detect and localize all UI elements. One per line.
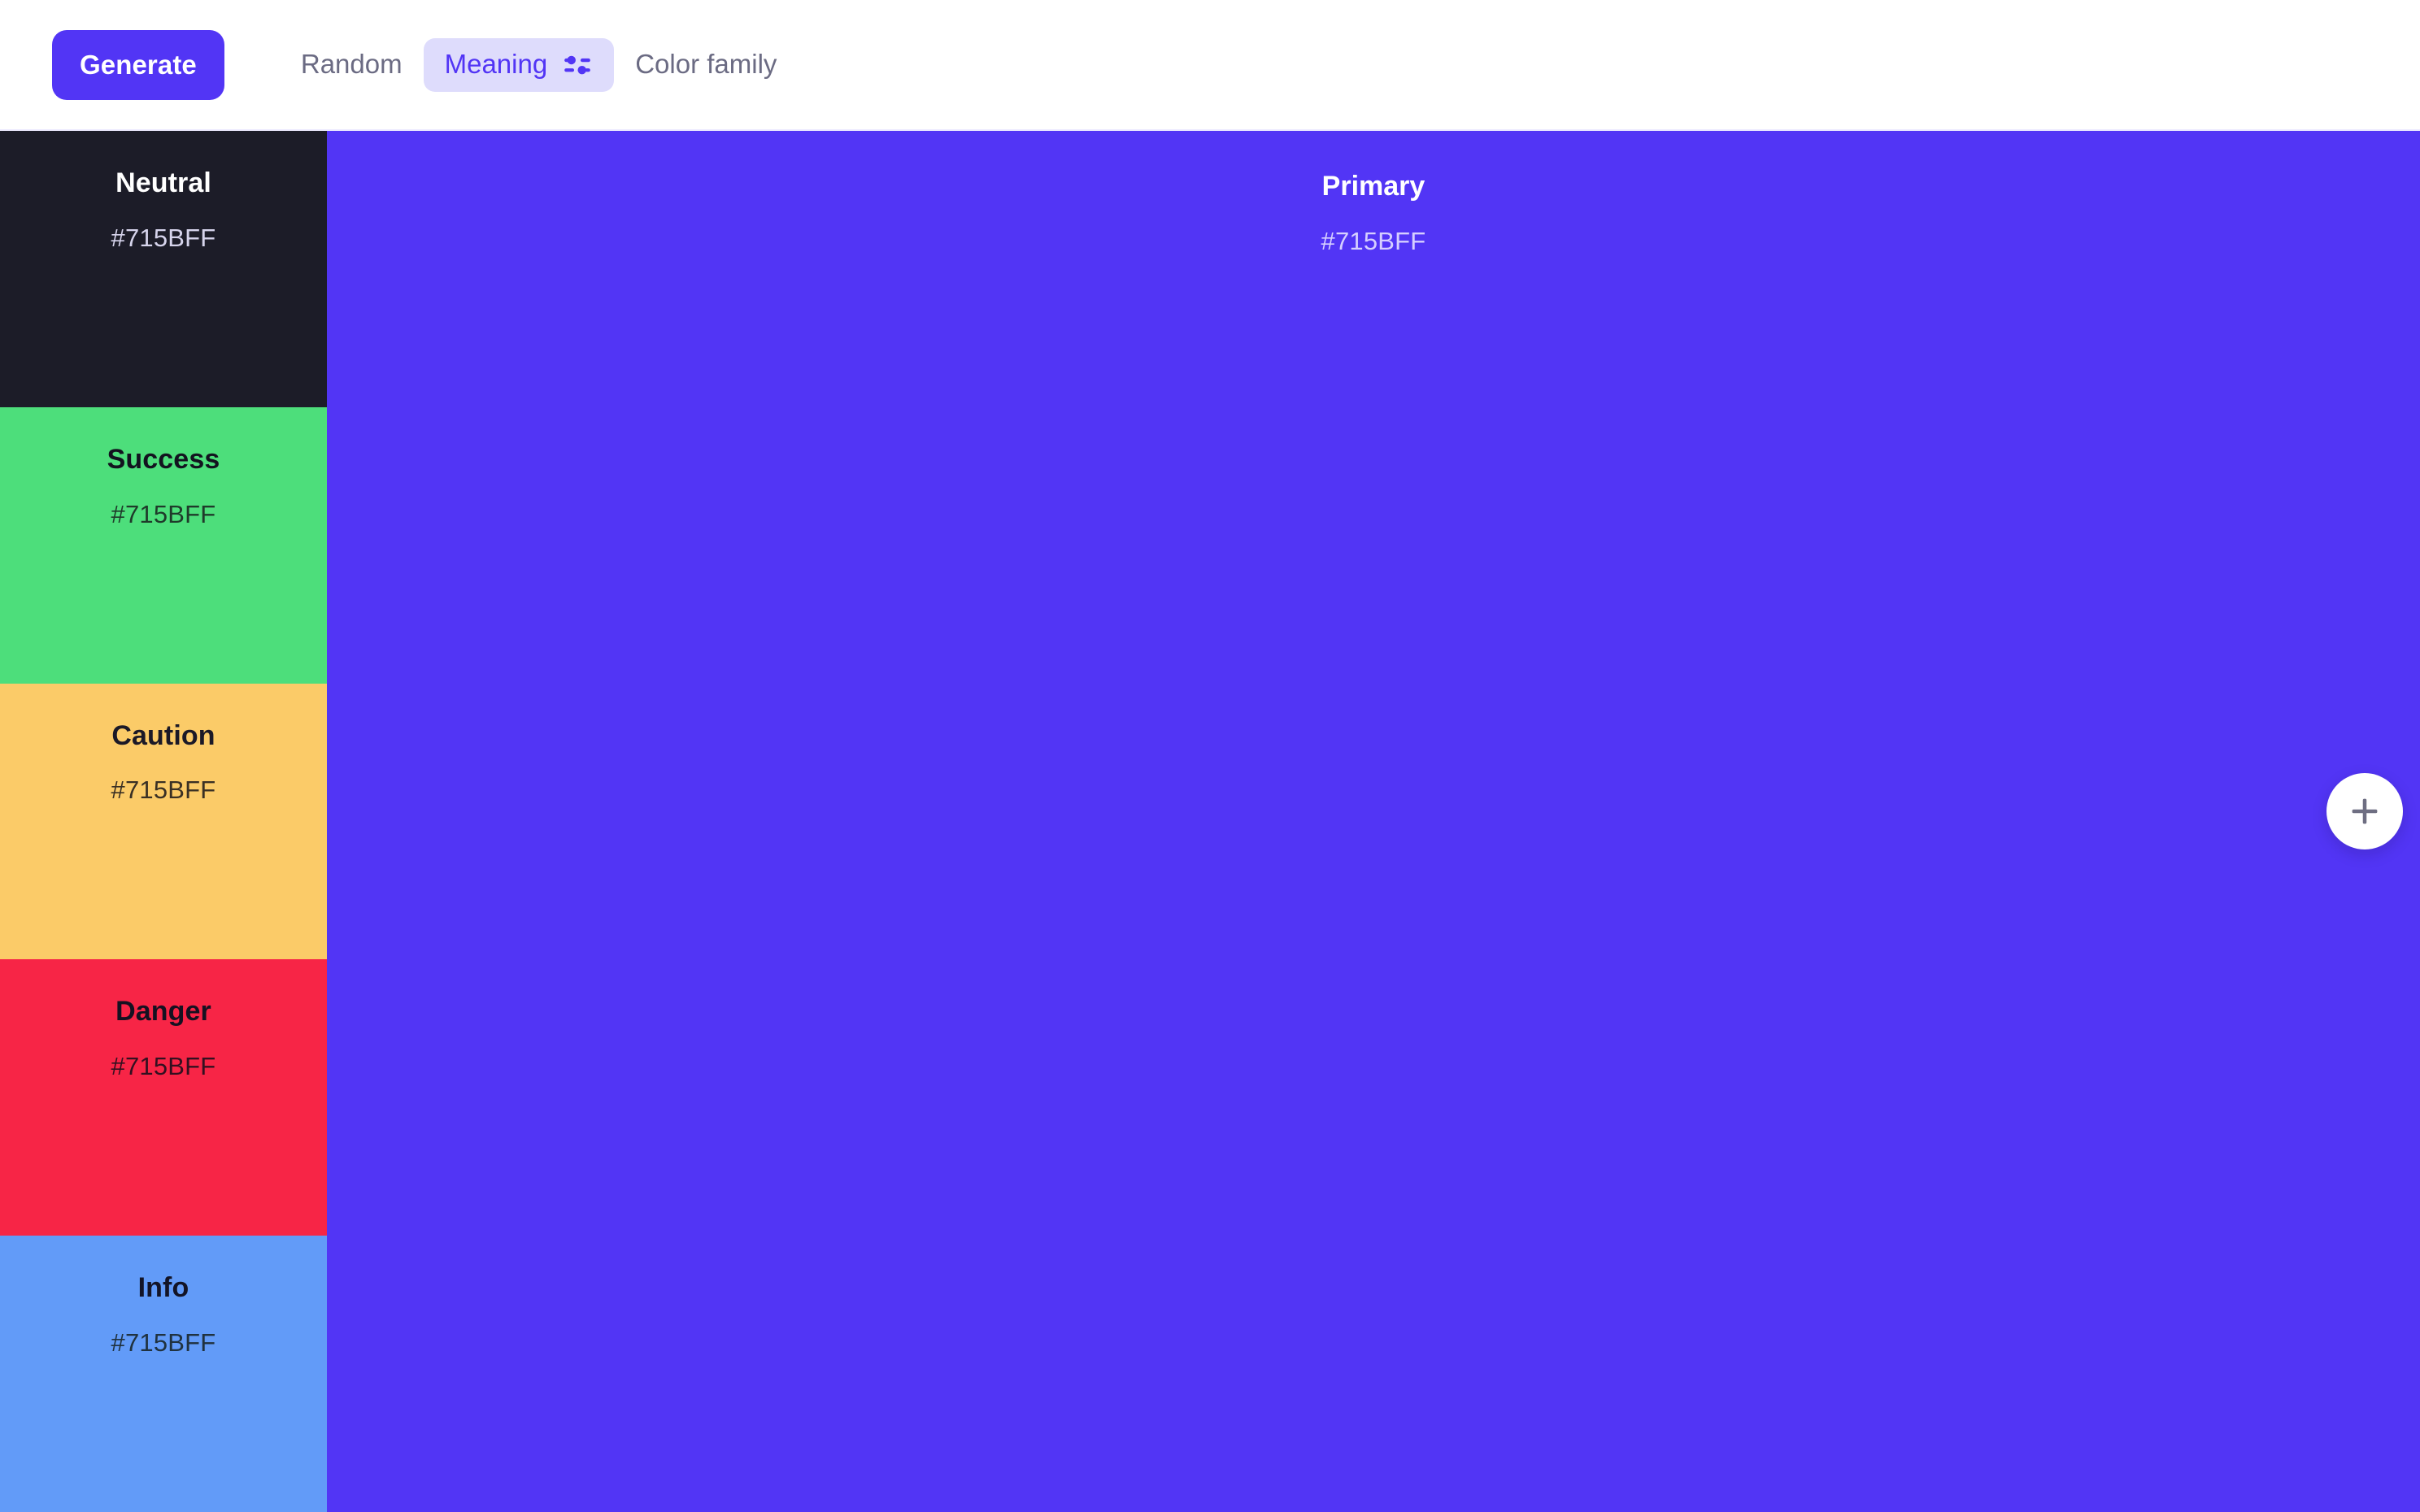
- swatch-name: Caution: [111, 719, 215, 751]
- swatch-name: Success: [107, 443, 220, 475]
- plus-icon: [2348, 794, 2382, 828]
- tab-color-family-label: Color family: [635, 49, 777, 80]
- mode-tabs: Random Meaning Color family: [280, 37, 799, 92]
- tab-meaning-label: Meaning: [444, 49, 548, 80]
- app-root: Generate Random Meaning Color family Neu…: [0, 0, 2420, 1512]
- generate-button[interactable]: Generate: [52, 29, 224, 100]
- add-color-button[interactable]: [2326, 773, 2403, 849]
- swatch-success[interactable]: Success #715BFF: [0, 406, 327, 684]
- tab-random[interactable]: Random: [280, 38, 424, 90]
- swatch-hex: #715BFF: [111, 1327, 216, 1357]
- tab-random-label: Random: [300, 49, 403, 80]
- swatch-danger[interactable]: Danger #715BFF: [0, 959, 327, 1236]
- swatch-name: Neutral: [115, 167, 211, 198]
- toolbar: Generate Random Meaning Color family: [0, 0, 2420, 131]
- tab-color-family[interactable]: Color family: [614, 38, 798, 90]
- swatch-hex: #715BFF: [111, 776, 216, 805]
- tab-meaning[interactable]: Meaning: [423, 37, 615, 92]
- swatch-hex: #715BFF: [111, 223, 216, 252]
- primary-color-hex: #715BFF: [1321, 226, 1426, 255]
- swatch-name: Info: [137, 1272, 189, 1304]
- swatch-hex: #715BFF: [111, 499, 216, 528]
- semantic-swatch-list: Neutral #715BFF Success #715BFF Caution …: [0, 131, 327, 1512]
- swatch-name: Danger: [115, 996, 211, 1028]
- swatch-caution[interactable]: Caution #715BFF: [0, 683, 327, 960]
- sliders-icon: [562, 50, 593, 80]
- primary-color-name: Primary: [1321, 171, 1425, 202]
- palette-workspace: Neutral #715BFF Success #715BFF Caution …: [0, 131, 2420, 1512]
- swatch-neutral[interactable]: Neutral #715BFF: [0, 131, 327, 407]
- primary-color-panel[interactable]: Primary #715BFF: [327, 131, 2420, 1512]
- swatch-info[interactable]: Info #715BFF: [0, 1236, 327, 1512]
- swatch-hex: #715BFF: [111, 1052, 216, 1081]
